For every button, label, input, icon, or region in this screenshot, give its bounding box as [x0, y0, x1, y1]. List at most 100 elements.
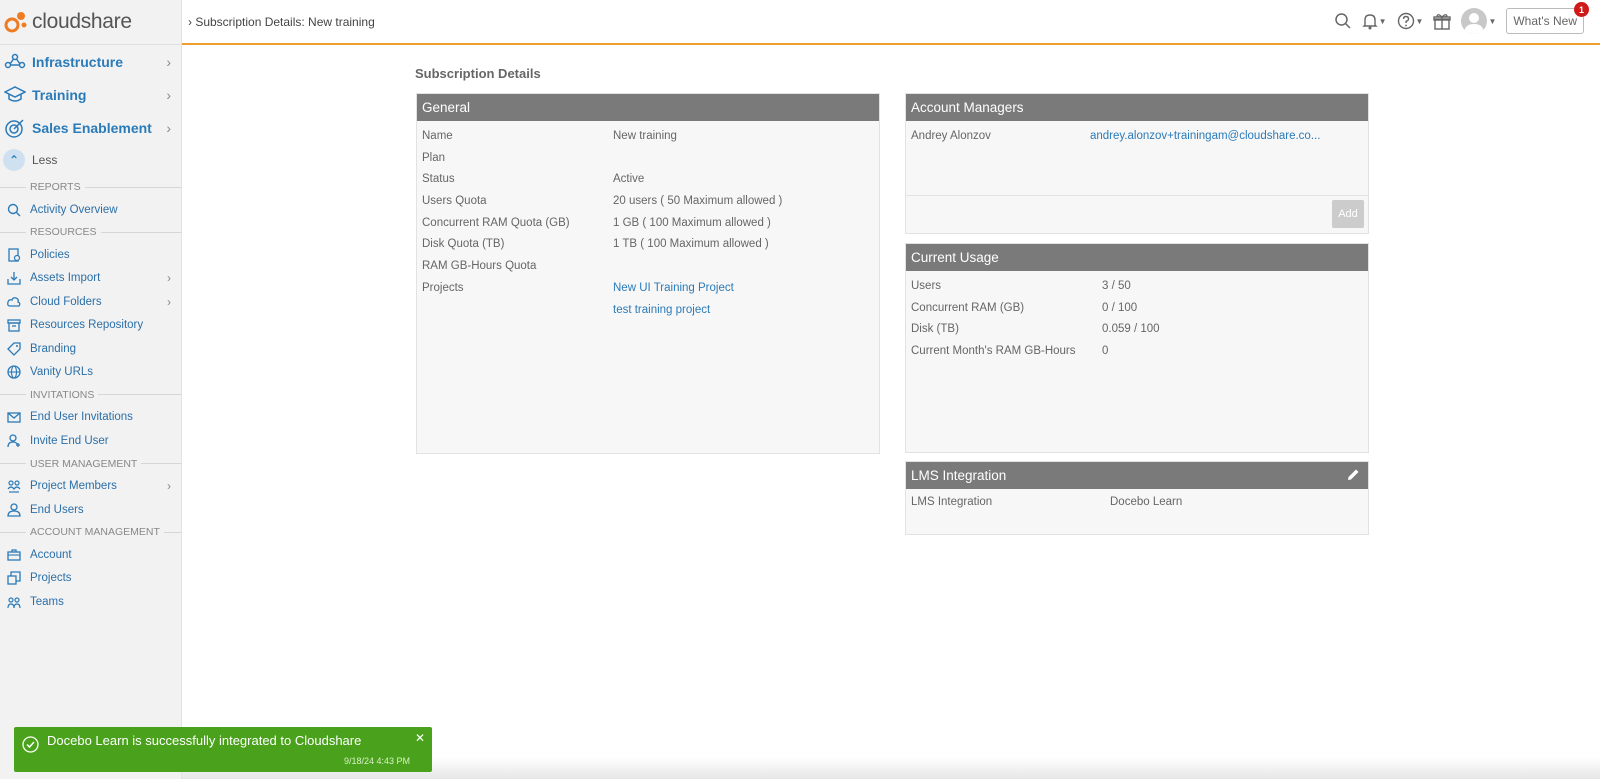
policy-document-icon	[6, 247, 22, 263]
chevron-down-icon: ▼	[1488, 16, 1497, 26]
general-value: 1 GB ( 100 Maximum allowed )	[613, 217, 771, 229]
lms-label: LMS Integration	[911, 496, 993, 508]
general-label: Disk Quota (TB)	[422, 238, 505, 250]
chevron-right-icon: ›	[167, 271, 171, 286]
target-icon	[5, 118, 24, 138]
panel-heading: Account Managers	[906, 94, 1368, 121]
notifications-bell-icon[interactable]: ▼	[1361, 12, 1387, 30]
usage-value: 0.059 / 100	[1102, 323, 1160, 335]
whats-new-button[interactable]: What's New 1	[1506, 2, 1589, 34]
sidebar-item-assets-import[interactable]: Assets Import ›	[0, 267, 181, 290]
team-icon	[6, 594, 22, 610]
sidebar-item-training[interactable]: Training ›	[0, 78, 181, 111]
infrastructure-icon	[4, 53, 26, 68]
user-add-icon	[6, 433, 22, 449]
breadcrumb: › Subscription Details: New training	[188, 14, 375, 29]
general-panel: General Name New training Plan Status Ac…	[416, 93, 880, 454]
sidebar-item-label: Sales Enablement	[32, 119, 152, 136]
sidebar-item-cloud-folders[interactable]: Cloud Folders ›	[0, 290, 181, 313]
chevron-right-icon: ›	[167, 294, 171, 309]
top-bar: › Subscription Details: New training ▼ ▼…	[182, 0, 1600, 45]
account-managers-panel: Account Managers Andrey Alonzov andrey.a…	[905, 93, 1369, 234]
help-icon[interactable]: ▼	[1397, 12, 1424, 30]
archive-box-icon	[6, 317, 22, 333]
sidebar-item-vanity-urls[interactable]: Vanity URLs	[0, 360, 181, 383]
general-label: Projects	[422, 282, 464, 294]
sidebar-item-label: Infrastructure	[32, 53, 124, 70]
general-label: Users Quota	[422, 195, 487, 207]
sidebar-item-label: Training	[32, 86, 87, 103]
user-icon	[6, 502, 22, 518]
general-value: 20 users ( 50 Maximum allowed )	[613, 195, 783, 207]
sidebar-item-end-users[interactable]: End Users	[0, 498, 181, 521]
search-icon[interactable]	[1334, 12, 1352, 30]
account-manager-email[interactable]: andrey.alonzov+trainingam@cloudshare.co.…	[1090, 130, 1320, 142]
chevron-right-icon: ›	[166, 119, 171, 136]
sidebar-less-toggle[interactable]: ⌃ Less	[0, 144, 181, 176]
lms-value: Docebo Learn	[1110, 496, 1183, 508]
close-icon[interactable]: ✕	[415, 731, 425, 745]
sidebar-item-resources-repository[interactable]: Resources Repository	[0, 314, 181, 337]
project-link[interactable]: test training project	[613, 304, 710, 316]
usage-label: Users	[911, 280, 942, 292]
search-chart-icon	[6, 202, 22, 218]
chevron-right-icon: ›	[166, 86, 171, 103]
general-label: Status	[422, 173, 455, 185]
add-account-manager-button[interactable]: Add	[1332, 200, 1364, 228]
chevron-up-icon: ⌃	[3, 149, 25, 171]
gift-icon[interactable]	[1433, 12, 1452, 30]
sidebar-item-policies[interactable]: Policies	[0, 243, 181, 266]
toast-timestamp: 9/18/24 4:43 PM	[343, 756, 410, 766]
projects-icon	[6, 570, 22, 586]
users-group-icon	[6, 478, 22, 494]
cloudshare-logo-icon	[4, 12, 27, 33]
user-menu[interactable]: ▼	[1461, 8, 1496, 34]
chevron-down-icon: ▼	[1378, 16, 1387, 26]
sidebar-item-infrastructure[interactable]: Infrastructure ›	[0, 45, 181, 78]
section-invitations: INVITATIONS	[0, 388, 181, 402]
sidebar-item-invite-end-user[interactable]: Invite End User	[0, 429, 181, 452]
section-reports: REPORTS	[0, 180, 181, 194]
briefcase-icon	[6, 547, 22, 563]
chevron-right-icon: ›	[166, 53, 171, 70]
general-value: Active	[613, 173, 645, 185]
section-user-management: USER MANAGEMENT	[0, 457, 181, 471]
pencil-edit-icon[interactable]	[1347, 468, 1360, 484]
panel-heading: Current Usage	[906, 244, 1368, 271]
general-label: Name	[422, 130, 453, 142]
usage-label: Disk (TB)	[911, 323, 959, 335]
sidebar-item-projects[interactable]: Projects	[0, 567, 181, 590]
divider	[906, 195, 1368, 196]
tag-icon	[6, 341, 22, 357]
usage-value: 0	[1102, 345, 1109, 357]
project-link[interactable]: New UI Training Project	[613, 282, 734, 294]
usage-label: Current Month's RAM GB-Hours	[911, 345, 1076, 357]
account-manager-name: Andrey Alonzov	[911, 130, 991, 142]
notification-badge: 1	[1574, 2, 1589, 17]
usage-value: 3 / 50	[1102, 280, 1131, 292]
panel-heading: General	[417, 94, 879, 121]
sidebar-item-branding[interactable]: Branding	[0, 337, 181, 360]
chevron-down-icon: ▼	[1415, 16, 1424, 26]
section-account-management: ACCOUNT MANAGEMENT	[0, 525, 181, 539]
current-usage-panel: Current Usage Users 3 / 50 Concurrent RA…	[905, 243, 1369, 453]
sidebar: cloudshare Infrastructure › Training › S…	[0, 0, 182, 779]
graduation-cap-icon	[4, 85, 26, 102]
section-resources: RESOURCES	[0, 225, 181, 239]
toast-message: Docebo Learn is successfully integrated …	[47, 733, 362, 748]
logo[interactable]: cloudshare	[0, 0, 181, 44]
sidebar-item-sales-enablement[interactable]: Sales Enablement ›	[0, 111, 181, 144]
less-label: Less	[32, 153, 58, 167]
sidebar-item-account[interactable]: Account	[0, 543, 181, 566]
sidebar-item-project-members[interactable]: Project Members ›	[0, 475, 181, 498]
usage-value: 0 / 100	[1102, 302, 1138, 314]
general-label: Plan	[422, 152, 446, 164]
usage-label: Concurrent RAM (GB)	[911, 302, 1025, 314]
globe-icon	[6, 364, 22, 380]
sidebar-item-teams[interactable]: Teams	[0, 590, 181, 613]
check-circle-icon	[22, 736, 39, 756]
logo-text: cloudshare	[32, 10, 132, 33]
general-label: Concurrent RAM Quota (GB)	[422, 217, 570, 229]
sidebar-item-end-user-invitations[interactable]: End User Invitations	[0, 406, 181, 429]
sidebar-item-activity-overview[interactable]: Activity Overview	[0, 198, 181, 221]
